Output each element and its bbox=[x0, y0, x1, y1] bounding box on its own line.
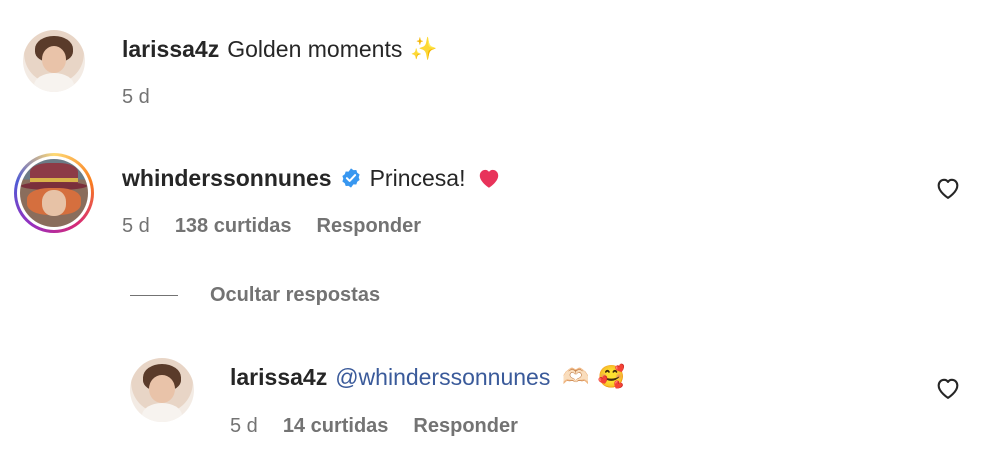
reply-meta: 5 d 14 curtidas Responder bbox=[230, 414, 543, 438]
hide-replies-button[interactable]: Ocultar respostas bbox=[130, 284, 380, 307]
avatar-face bbox=[149, 374, 175, 403]
reply-larissa4z: larissa4z @whinderssonnunes 🫶🏻 🥰 5 d 14 … bbox=[0, 340, 984, 450]
avatar[interactable] bbox=[130, 358, 194, 422]
reply-line: larissa4z @whinderssonnunes 🫶🏻 🥰 bbox=[230, 363, 625, 391]
reply-time[interactable]: 5 d bbox=[230, 414, 258, 438]
comment-username[interactable]: whinderssonnunes bbox=[122, 164, 332, 192]
avatar[interactable] bbox=[23, 30, 85, 92]
avatar-body bbox=[141, 402, 183, 422]
avatar bbox=[20, 159, 88, 227]
comment-text: Princesa! bbox=[369, 165, 466, 191]
comment-larissa4z: larissa4z Golden moments ✨ 5 d bbox=[0, 0, 984, 130]
comment-line: larissa4z Golden moments ✨ bbox=[122, 35, 438, 63]
reply-username[interactable]: larissa4z bbox=[230, 363, 327, 391]
comment-time[interactable]: 5 d bbox=[122, 214, 150, 238]
comment-time[interactable]: 5 d bbox=[122, 85, 150, 109]
heart-outline-icon[interactable] bbox=[934, 374, 962, 402]
comment-whinderssonnunes: whinderssonnunes Princesa! 5 d 138 curti… bbox=[0, 140, 984, 260]
divider-line bbox=[130, 295, 178, 296]
verified-badge-icon bbox=[341, 168, 360, 188]
mention-link[interactable]: @whinderssonnunes bbox=[335, 363, 550, 391]
reply-button[interactable]: Responder bbox=[413, 414, 517, 438]
heart-hands-emoji: 🫶🏻 bbox=[562, 364, 590, 389]
reply-button[interactable]: Responder bbox=[317, 214, 421, 238]
comment-username[interactable]: larissa4z bbox=[122, 35, 219, 63]
comment-meta: 5 d bbox=[122, 85, 175, 109]
sparkles-emoji: ✨ bbox=[410, 36, 438, 61]
heart-emoji bbox=[480, 169, 499, 188]
comment-line: whinderssonnunes Princesa! bbox=[122, 164, 503, 192]
likes-count[interactable]: 138 curtidas bbox=[175, 214, 292, 238]
avatar-face bbox=[41, 190, 67, 217]
smiling-face-with-hearts-emoji: 🥰 bbox=[597, 364, 626, 389]
avatar-body bbox=[34, 73, 74, 92]
likes-count[interactable]: 14 curtidas bbox=[283, 414, 389, 438]
avatar-face bbox=[41, 46, 67, 74]
heart-outline-icon[interactable] bbox=[934, 174, 962, 202]
comment-text: Golden moments bbox=[227, 36, 403, 62]
comment-meta: 5 d 138 curtidas Responder bbox=[122, 214, 446, 238]
story-ring[interactable] bbox=[14, 153, 94, 233]
hide-replies-label: Ocultar respostas bbox=[210, 284, 381, 306]
